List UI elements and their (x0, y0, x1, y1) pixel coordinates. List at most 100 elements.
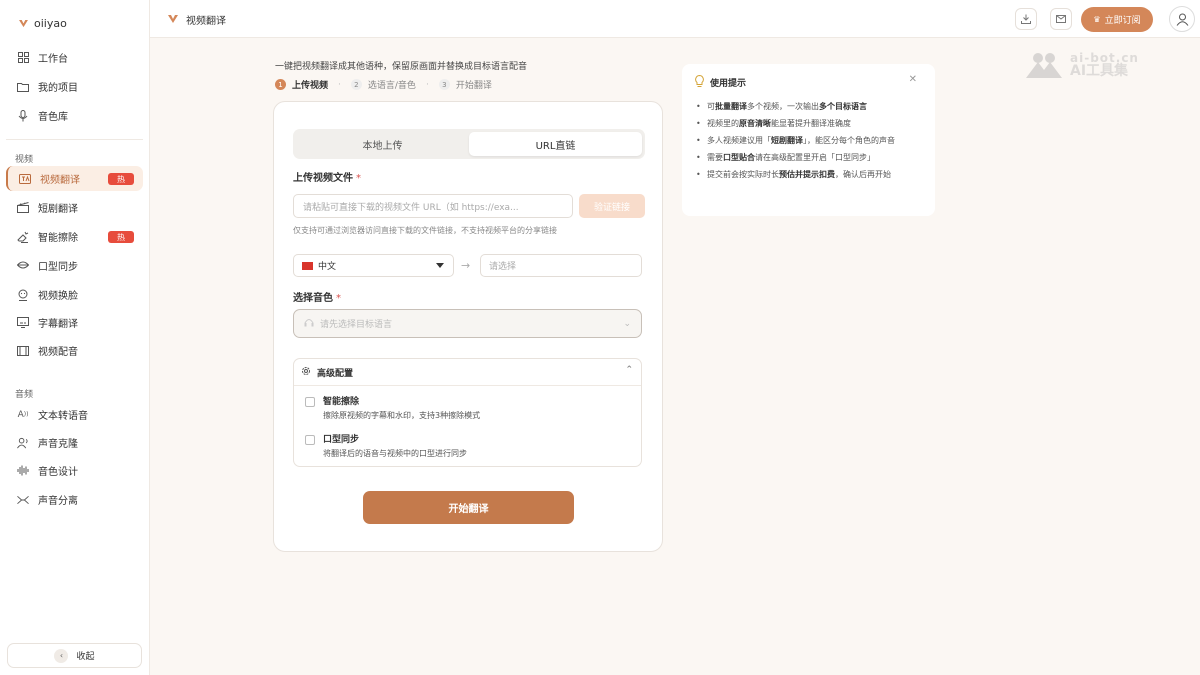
page-title-text: 视频翻译 (186, 16, 226, 27)
waveform-icon (17, 465, 29, 477)
smart-erase-checkbox[interactable] (305, 397, 315, 407)
video-translate-icon (19, 173, 31, 185)
download-icon (1021, 14, 1031, 24)
sidebar-item-label: 口型同步 (38, 262, 78, 273)
gear-icon (301, 366, 311, 379)
option-title: 智能擦除 (323, 397, 360, 407)
sidebar-item-label: 视频换脸 (38, 291, 78, 302)
step-label: 上传视频 (292, 81, 329, 91)
step-number: 1 (275, 79, 286, 90)
voice-field-label: 选择音色 * (293, 289, 341, 304)
sidebar-item-label: 字幕翻译 (38, 319, 78, 330)
sidebar-item-label: 短剧翻译 (38, 204, 78, 215)
tip-item: 视频里的原音清晰能显著提升翻译准确度 (696, 118, 918, 130)
sidebar-item-voice-clone[interactable]: 声音克隆 (6, 430, 143, 455)
section-label-audio: 音频 (15, 390, 34, 400)
step-number: 3 (438, 79, 450, 90)
required-mark: * (336, 293, 341, 304)
voice-label-text: 选择音色 (293, 293, 333, 304)
tab-local-upload[interactable]: 本地上传 (296, 132, 469, 156)
advanced-settings-header[interactable]: 高级配置 ⌃ (294, 359, 641, 386)
step-label: 开始翻译 (455, 81, 492, 91)
sidebar-item-tts[interactable]: A)) 文本转语音 (6, 402, 143, 427)
arrow-right-icon: → (461, 259, 471, 272)
option-title: 口型同步 (323, 435, 360, 445)
advanced-settings-panel: 高级配置 ⌃ 智能擦除 擦除原视频的字幕和水印，支持3种擦除模式 口型同步 将翻… (293, 358, 642, 467)
upload-field-label: 上传视频文件 * (293, 169, 361, 184)
subscribe-button[interactable]: ♛ 立即订阅 (1081, 7, 1153, 32)
logo-icon (19, 19, 28, 27)
sidebar-item-voice-split[interactable]: 声音分离 (6, 487, 143, 512)
option-lip-sync: 口型同步 将翻译后的语音与视频中的口型进行同步 (305, 432, 467, 459)
sidebar-item-smart-erase[interactable]: 智能擦除 热 (6, 224, 143, 249)
sidebar-item-voice-design[interactable]: 音色设计 (6, 458, 143, 483)
film-icon (17, 345, 29, 357)
voice-placeholder: 请先选择目标语言 (320, 320, 393, 330)
sidebar-item-dubbing[interactable]: 视频配音 (6, 338, 143, 363)
tips-panel: 使用提示 ✕ 可批量翻译多个视频，一次输出多个目标语言 视频里的原音清晰能显著提… (682, 64, 935, 216)
subtitle-icon (17, 317, 29, 329)
collapse-label: 收起 (76, 652, 95, 662)
upload-tabs: 本地上传 URL直链 (293, 129, 645, 159)
mail-icon (1056, 15, 1066, 23)
source-language-value: 中文 (318, 262, 337, 272)
step-separator: · (338, 79, 341, 90)
option-desc: 擦除原视频的字幕和水印，支持3种擦除模式 (323, 411, 481, 420)
option-desc: 将翻译后的语音与视频中的口型进行同步 (323, 449, 467, 458)
sidebar: oiiyao 工作台 我的项目 音色库 视频 视频翻译 热 短剧翻译 智能擦除 … (0, 0, 150, 675)
hot-badge: 热 (108, 173, 134, 185)
top-bar: 视频翻译 ♛ 立即订阅 (150, 0, 1200, 38)
download-button[interactable] (1015, 8, 1037, 30)
hot-badge: 热 (108, 231, 134, 243)
app-name: oiiyao (34, 17, 67, 30)
lip-sync-checkbox[interactable] (305, 435, 315, 445)
sidebar-item-voice-library[interactable]: 音色库 (6, 103, 143, 128)
tips-list: 可批量翻译多个视频，一次输出多个目标语言 视频里的原音清晰能显著提升翻译准确度 … (696, 101, 918, 186)
sidebar-item-video-translate[interactable]: 视频翻译 热 (6, 166, 143, 191)
headphones-icon (304, 318, 314, 330)
eraser-icon (17, 231, 29, 243)
app-logo[interactable]: oiiyao (19, 17, 67, 30)
watermark-logo-icon (1026, 53, 1062, 78)
sidebar-item-workbench[interactable]: 工作台 (6, 45, 143, 70)
avatar[interactable] (1169, 6, 1195, 32)
tips-header: 使用提示 (695, 74, 747, 90)
sidebar-item-face-swap[interactable]: 视频换脸 (6, 282, 143, 307)
clapper-icon (17, 202, 29, 214)
voice-clone-icon (17, 437, 29, 449)
sidebar-item-label: 视频配音 (38, 347, 78, 358)
logo-icon (168, 15, 178, 23)
step-separator: · (425, 79, 429, 90)
source-language-select[interactable]: 中文 (293, 254, 454, 277)
sidebar-item-label: 声音克隆 (38, 439, 78, 450)
chevron-up-icon: ⌃ (625, 365, 633, 375)
sidebar-item-subtitle[interactable]: 字幕翻译 (6, 310, 143, 335)
watermark-text: ai-bot.cn AI工具集 (1070, 52, 1139, 78)
face-swap-icon (17, 289, 29, 301)
step-indicator: 1 上传视频 · 2 选语言/音色 · 3 开始翻译 (275, 78, 492, 91)
voice-select[interactable]: 请先选择目标语言 ⌄ (293, 309, 642, 338)
sidebar-item-lip-sync[interactable]: 口型同步 (6, 253, 143, 278)
collapse-sidebar-button[interactable]: ‹ 收起 (7, 643, 142, 668)
watermark: ai-bot.cn AI工具集 (1024, 50, 1139, 80)
crown-icon: ♛ (1093, 15, 1101, 24)
sidebar-item-label: 我的项目 (38, 83, 78, 94)
section-label-video: 视频 (15, 155, 34, 165)
sidebar-divider (6, 139, 143, 140)
upload-label-text: 上传视频文件 (293, 173, 353, 184)
url-input[interactable]: 请粘贴可直接下载的视频文件 URL（如 https://exa... (293, 194, 573, 218)
mail-button[interactable] (1050, 8, 1072, 30)
step-label: 选语言/音色 (367, 81, 416, 91)
close-icon[interactable]: ✕ (909, 74, 917, 85)
start-translate-button[interactable]: 开始翻译 (363, 491, 574, 524)
verify-link-button[interactable]: 验证链接 (579, 194, 645, 218)
sidebar-item-label: 声音分离 (38, 496, 78, 507)
tab-url-link[interactable]: URL直链 (469, 132, 642, 156)
tips-title: 使用提示 (710, 79, 747, 89)
lips-icon (17, 260, 29, 272)
sidebar-item-label: 视频翻译 (40, 175, 80, 186)
sidebar-item-short-drama[interactable]: 短剧翻译 (6, 195, 143, 220)
sidebar-item-projects[interactable]: 我的项目 (6, 74, 143, 99)
chevron-down-icon: ⌄ (623, 319, 631, 329)
target-language-select[interactable]: 请选择 (480, 254, 642, 277)
